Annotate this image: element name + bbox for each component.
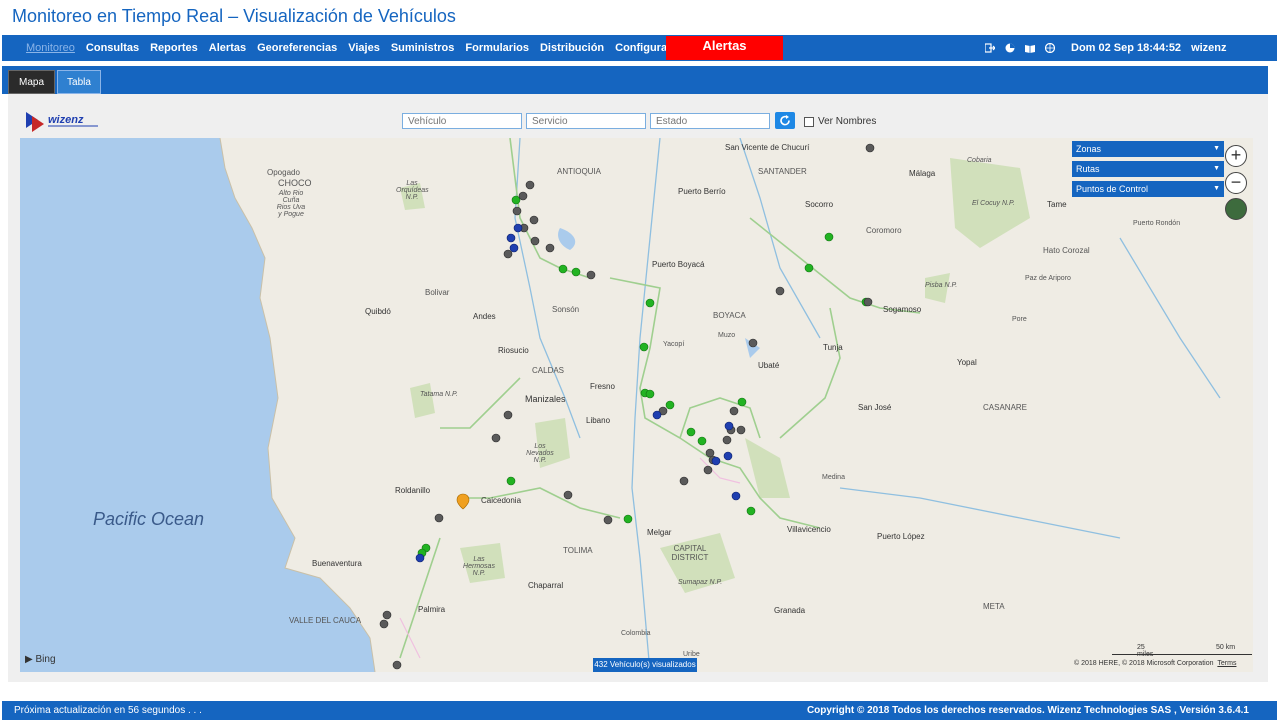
- nav-item-viajes[interactable]: Viajes: [348, 42, 380, 54]
- marker-orange[interactable]: [456, 493, 470, 510]
- nav-item-consultas[interactable]: Consultas: [86, 42, 139, 54]
- refresh-icon: [780, 115, 790, 126]
- exit-icon[interactable]: [985, 43, 995, 53]
- nav-item-formularios[interactable]: Formularios: [465, 42, 529, 54]
- user-name[interactable]: wizenz: [1191, 42, 1226, 54]
- globe-icon[interactable]: [1045, 43, 1055, 53]
- status-filter-input[interactable]: [650, 113, 770, 129]
- marker-gray-group[interactable]: [379, 143, 875, 670]
- view-tabbar: [2, 66, 1268, 94]
- book-icon[interactable]: [1025, 43, 1035, 53]
- footer-copyright: Copyright © 2018 Todos los derechos rese…: [806, 705, 1249, 716]
- nav-item-reportes[interactable]: Reportes: [150, 42, 198, 54]
- alerts-banner-button[interactable]: Alertas: [666, 36, 783, 60]
- datetime-display: Dom 02 Sep 18:44:52: [1071, 42, 1182, 54]
- nav-item-georeferencias[interactable]: Georeferencias: [257, 42, 337, 54]
- nav-item-alertas[interactable]: Alertas: [209, 42, 246, 54]
- nav-item-distribucion[interactable]: Distribución: [540, 42, 604, 54]
- logo-text: wizenz: [48, 114, 84, 126]
- refresh-button[interactable]: [775, 112, 795, 129]
- marker-green-group[interactable]: [417, 195, 871, 558]
- page-title: Monitoreo en Tiempo Real – Visualización…: [12, 6, 456, 26]
- show-names-toggle[interactable]: Ver Nombres: [804, 116, 876, 127]
- footer: Próxima actualización en 56 segundos . .…: [2, 701, 1277, 720]
- company-logo: wizenz: [24, 106, 100, 134]
- nav-item-suministros[interactable]: Suministros: [391, 42, 455, 54]
- next-update-text: Próxima actualización en 56 segundos . .…: [14, 705, 202, 716]
- tab-tabla[interactable]: Tabla: [57, 70, 101, 94]
- pie-chart-icon[interactable]: [1005, 43, 1015, 53]
- show-names-checkbox[interactable]: [804, 116, 814, 127]
- vehicle-map[interactable]: Opogado CHOCO Alto Rio Cuña Rios Uva y P…: [20, 138, 1253, 672]
- vehicle-filter-input[interactable]: [402, 113, 522, 129]
- vehicle-markers: [379, 143, 875, 670]
- service-filter-input[interactable]: [526, 113, 646, 129]
- tab-mapa[interactable]: Mapa: [8, 70, 55, 94]
- nav-right: Dom 02 Sep 18:44:52 wizenz: [985, 35, 1227, 61]
- nav-menu: Monitoreo Consultas Reportes Alertas Geo…: [26, 35, 701, 61]
- show-names-label: Ver Nombres: [818, 116, 877, 127]
- nav-item-monitoreo[interactable]: Monitoreo: [26, 42, 75, 54]
